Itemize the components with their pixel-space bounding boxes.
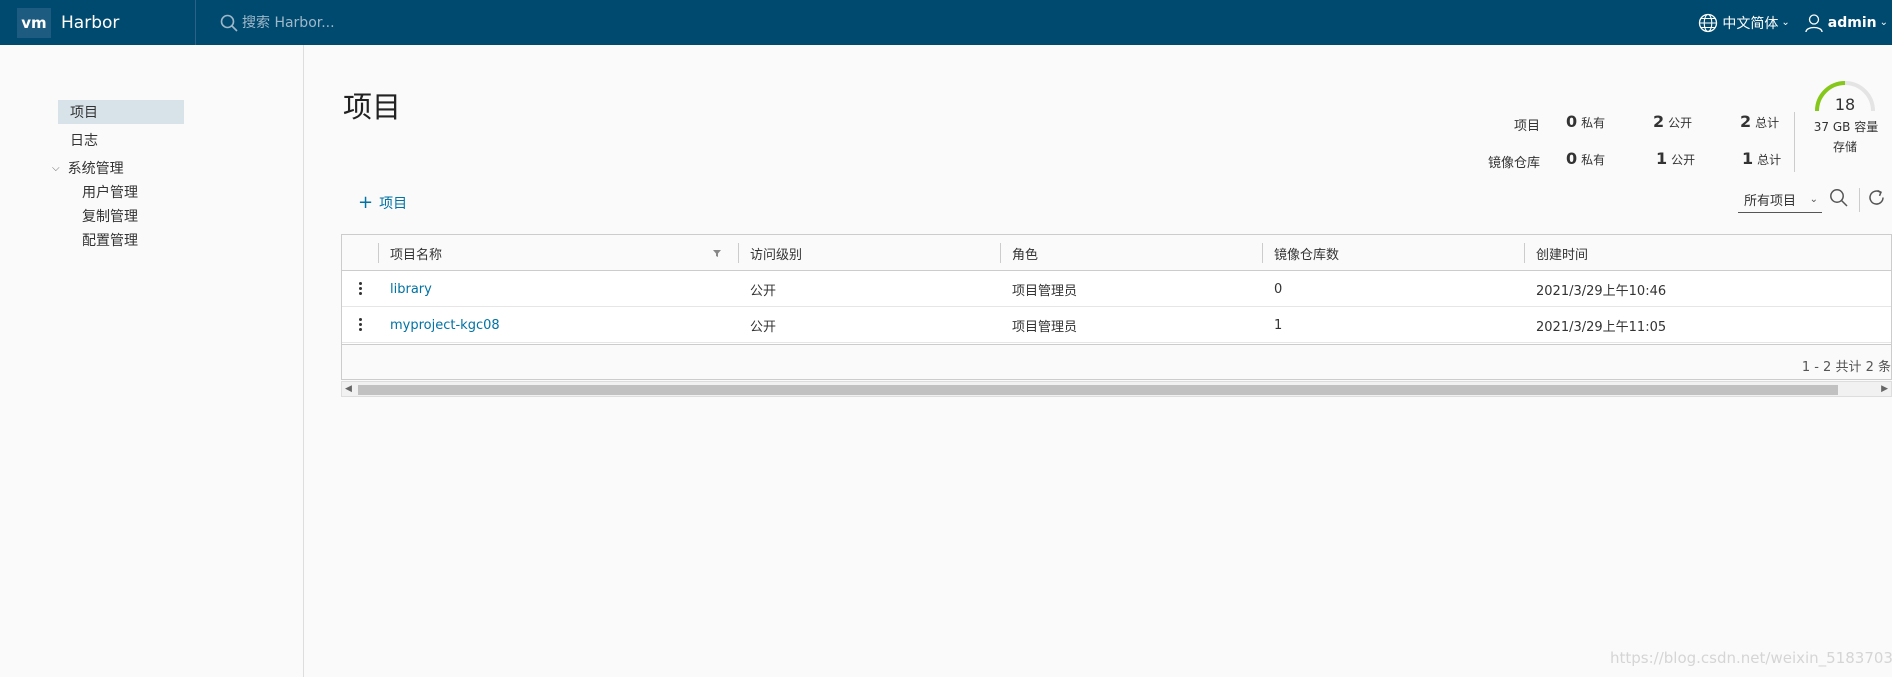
sidebar-item-projects[interactable]: 项目: [58, 100, 184, 124]
column-header-role[interactable]: 角色: [1000, 235, 1262, 271]
brand[interactable]: vm Harbor: [0, 0, 196, 45]
chevron-down-icon: ⌵: [52, 162, 60, 174]
sidebar-item-replication[interactable]: 复制管理: [82, 204, 138, 228]
column-header-repo-count[interactable]: 镜像仓库数: [1262, 235, 1524, 271]
vmware-logo: vm: [17, 7, 51, 38]
storage-gauge: 18 37 GB 容量 存储: [1812, 78, 1878, 154]
project-name-link[interactable]: library: [378, 271, 432, 307]
stat-repos-total: 1 总计: [1742, 149, 1782, 168]
project-name-link[interactable]: myproject-kgc08: [378, 307, 500, 343]
stat-projects-public: 2 公开: [1653, 112, 1693, 131]
projects-datagrid: 项目名称 访问级别 角色 镜像仓库数 创建时间 library 公开 项目管理员…: [341, 234, 1892, 380]
repo-count-cell: 0: [1274, 281, 1283, 297]
add-project-button[interactable]: + 项目: [358, 193, 407, 213]
sidebar-item-label: 复制管理: [82, 209, 138, 225]
username: admin: [1827, 14, 1877, 31]
user-menu[interactable]: admin ⌄: [1804, 13, 1888, 33]
language-selector[interactable]: 中文简体 ⌄: [1698, 13, 1790, 33]
search-button[interactable]: [1829, 188, 1849, 212]
stats-divider: [1794, 112, 1795, 172]
table-row: myproject-kgc08 公开 项目管理员 1 2021/3/29上午11…: [342, 307, 1891, 343]
stat-repos-private: 0 私有: [1566, 149, 1606, 168]
stat-row-label-repos: 镜像仓库: [1487, 156, 1540, 171]
datagrid-header: 项目名称 访问级别 角色 镜像仓库数 创建时间: [342, 235, 1891, 271]
repo-count-cell: 1: [1274, 317, 1283, 333]
project-filter-select[interactable]: 所有项目 ⌄: [1738, 188, 1822, 213]
created-time-cell: 2021/3/29上午11:05: [1536, 319, 1667, 335]
sidebar-item-logs[interactable]: 日志: [70, 128, 98, 152]
stat-row-label-projects: 项目: [1513, 119, 1540, 134]
language-label: 中文简体: [1722, 15, 1779, 32]
search-icon: [220, 14, 238, 32]
app-name: Harbor: [61, 12, 120, 33]
datagrid-footer: 1 - 2 共计 2 条: [342, 344, 1891, 379]
access-level-cell: 公开: [750, 283, 777, 299]
header-right: 中文简体 ⌄ admin ⌄: [1684, 0, 1888, 45]
role-cell: 项目管理员: [1012, 283, 1078, 299]
storage-capacity: 37 GB 容量: [1813, 120, 1879, 134]
refresh-button[interactable]: [1867, 188, 1887, 212]
scrollbar-thumb[interactable]: [358, 385, 1838, 395]
stat-projects-private: 0 私有: [1566, 112, 1606, 131]
global-search: [220, 14, 442, 32]
row-actions-icon[interactable]: [356, 316, 364, 334]
table-row: library 公开 项目管理员 0 2021/3/29上午10:46: [342, 271, 1891, 307]
column-separator: [378, 243, 379, 263]
search-icon: [1830, 189, 1848, 207]
search-input[interactable]: [242, 14, 442, 31]
storage-count: 18: [1834, 95, 1856, 114]
top-header: vm Harbor 中文简体 ⌄ admin ⌄: [0, 0, 1892, 45]
sidebar: 项目 日志 ⌵ 系统管理 用户管理 复制管理 配置管理: [0, 45, 304, 677]
user-icon: [1805, 13, 1823, 32]
chevron-down-icon: ⌄: [1809, 194, 1818, 205]
sidebar-item-label: 项目: [70, 105, 98, 121]
stat-projects-total: 2 总计: [1740, 112, 1780, 131]
sidebar-item-label: 配置管理: [82, 233, 138, 249]
refresh-icon: [1869, 189, 1884, 205]
watermark: https://blog.csdn.net/weixin_51837038: [1610, 649, 1892, 667]
sidebar-item-users[interactable]: 用户管理: [82, 180, 138, 204]
storage-label: 存储: [1832, 140, 1857, 154]
column-header-access-level[interactable]: 访问级别: [738, 235, 1000, 271]
scroll-right-icon[interactable]: ▶: [1881, 384, 1888, 394]
scroll-left-icon[interactable]: ◀: [345, 384, 352, 394]
toolbar-divider: [1859, 188, 1860, 212]
sidebar-item-configuration[interactable]: 配置管理: [82, 228, 138, 252]
sidebar-item-label: 用户管理: [82, 185, 138, 201]
project-filter-value: 所有项目: [1744, 194, 1797, 209]
sidebar-group-administration[interactable]: ⌵ 系统管理: [52, 156, 124, 180]
chevron-down-icon: ⌄: [1781, 17, 1790, 28]
sidebar-item-label: 系统管理: [67, 161, 124, 177]
filter-icon[interactable]: [712, 248, 722, 258]
access-level-cell: 公开: [750, 319, 777, 335]
globe-icon: [1699, 13, 1718, 32]
plus-icon: +: [358, 192, 374, 213]
row-actions-icon[interactable]: [356, 280, 364, 298]
horizontal-scrollbar[interactable]: ◀ ▶: [341, 381, 1892, 397]
page-title: 项目: [343, 90, 402, 124]
created-time-cell: 2021/3/29上午10:46: [1536, 283, 1667, 299]
role-cell: 项目管理员: [1012, 319, 1078, 335]
stat-repos-public: 1 公开: [1656, 149, 1696, 168]
column-header-project-name[interactable]: 项目名称: [378, 235, 718, 271]
add-project-label: 项目: [379, 196, 408, 212]
column-header-created[interactable]: 创建时间: [1524, 235, 1824, 271]
pagination-summary: 1 - 2 共计 2 条: [1801, 360, 1891, 375]
chevron-down-icon: ⌄: [1879, 17, 1888, 28]
sidebar-item-label: 日志: [70, 133, 98, 149]
